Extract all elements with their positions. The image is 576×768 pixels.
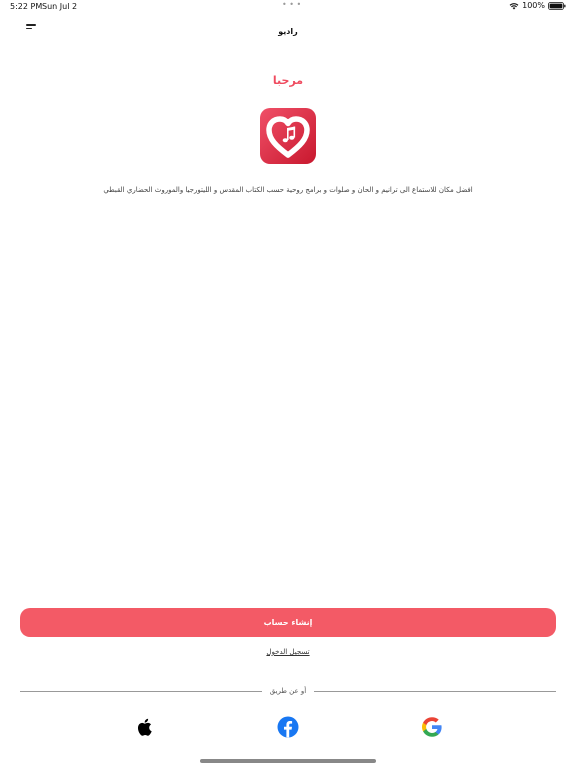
page-title: راديو xyxy=(278,27,298,36)
google-login-button[interactable] xyxy=(421,716,443,738)
app-description: افضل مكان للاستماع الى ترانيم و الحان و … xyxy=(103,186,473,194)
divider-right xyxy=(314,691,556,692)
app-logo xyxy=(260,108,316,164)
status-bar: 5:22 PM Sun Jul 2 • • • 100% xyxy=(0,0,576,14)
or-via-label: أو عن طريق xyxy=(269,687,307,695)
google-icon xyxy=(421,716,443,738)
status-date: Sun Jul 2 xyxy=(42,2,78,11)
apple-icon xyxy=(134,716,156,738)
battery-icon xyxy=(548,1,566,10)
welcome-title: مرحبا xyxy=(272,74,304,87)
apple-login-button[interactable] xyxy=(134,716,156,738)
menu-line xyxy=(26,24,36,26)
home-indicator[interactable] xyxy=(200,759,376,763)
facebook-icon xyxy=(277,716,299,738)
login-link[interactable]: تسجيل الدخول xyxy=(0,648,576,656)
create-account-button[interactable]: إنشاء حساب xyxy=(20,608,556,637)
status-time: 5:22 PM xyxy=(10,2,43,11)
battery-percent: 100% xyxy=(522,1,545,10)
status-right: 100% xyxy=(509,1,566,10)
multitasking-dots[interactable]: • • • xyxy=(282,0,301,9)
wifi-icon xyxy=(509,2,519,10)
facebook-login-button[interactable] xyxy=(277,716,299,738)
divider-left xyxy=(20,691,262,692)
